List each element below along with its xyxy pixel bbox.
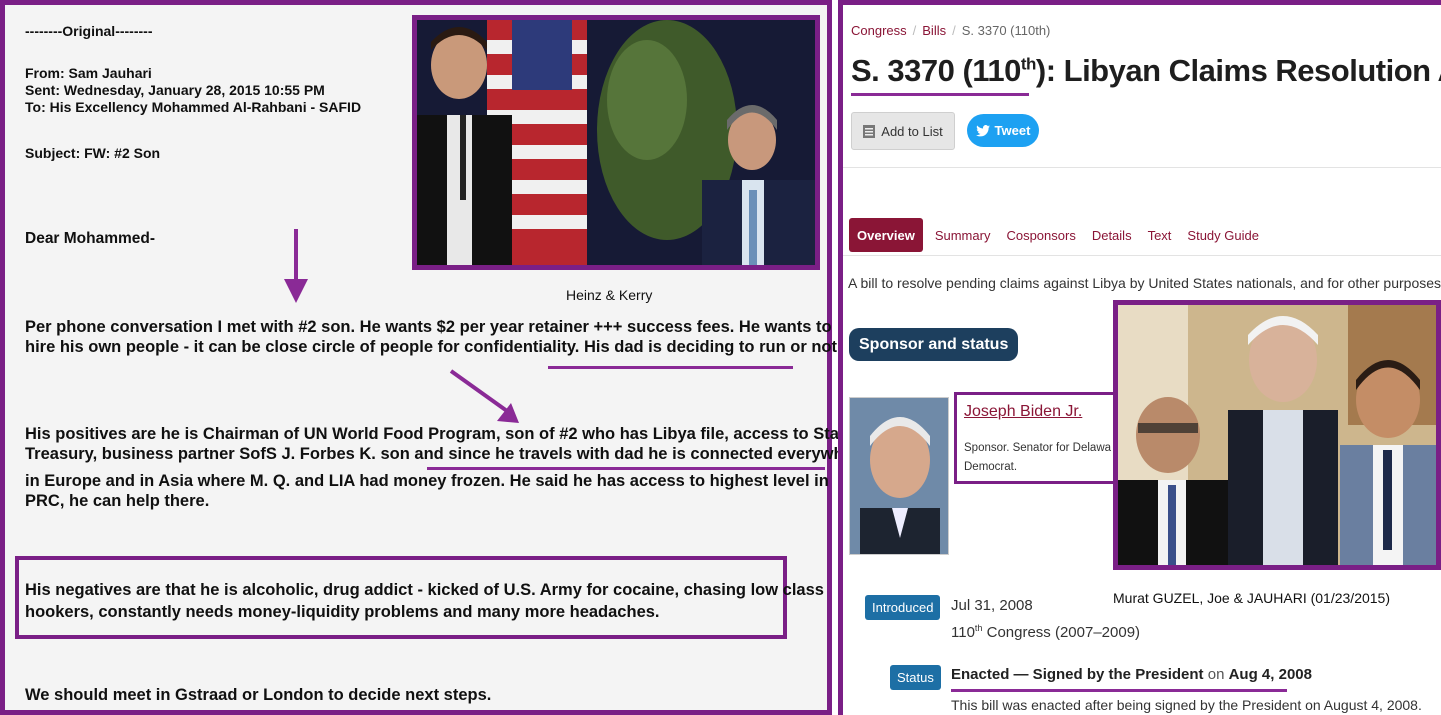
bill-summary: A bill to resolve pending claims against…	[848, 275, 1441, 291]
email-to: To: His Excellency Mohammed Al-Rahbani -…	[25, 99, 362, 115]
email-p2-line4: PRC, he can help there.	[25, 492, 210, 510]
bill-title: S. 3370 (110th): Libyan Claims Resolutio…	[851, 53, 1441, 89]
breadcrumb: Congress / Bills / S. 3370 (110th)	[851, 23, 1051, 38]
sponsor-info-box: Joseph Biden Jr. Sponsor. Senator for De…	[954, 392, 1119, 484]
section-sponsor-status: Sponsor and status	[849, 328, 1019, 361]
heinz-kerry-photo	[412, 15, 820, 270]
add-to-list-button[interactable]: Add to List	[851, 112, 955, 150]
tweet-label: Tweet	[994, 123, 1031, 138]
photo-illustration-2	[1118, 305, 1436, 565]
tabs-divider	[843, 255, 1441, 256]
tab-overview[interactable]: Overview	[849, 218, 923, 252]
breadcrumb-current: S. 3370 (110th)	[961, 23, 1051, 38]
congress-session: 110th Congress (2007–2009)	[951, 623, 1140, 641]
list-icon	[863, 124, 876, 138]
sponsor-line2: Democrat.	[964, 461, 1018, 473]
tab-cosponsors[interactable]: Cosponsors	[998, 218, 1083, 252]
tab-summary[interactable]: Summary	[927, 218, 999, 252]
status-on: on	[1203, 666, 1229, 683]
email-p2-line2: Treasury, business partner SofS J. Forbe…	[25, 444, 868, 464]
email-p3-line2: hookers, constantly needs money-liquidit…	[25, 603, 660, 621]
murat-caption: Murat GUZEL, Joe & JAUHARI (01/23/2015)	[1113, 590, 1390, 606]
email-greeting: Dear Mohammed-	[25, 230, 156, 247]
status-note: This bill was enacted after being signed…	[951, 697, 1422, 713]
twitter-bird-icon	[975, 124, 990, 136]
email-p1-line2: hire his own people - it can be close ci…	[25, 337, 842, 357]
murat-joe-jauhari-photo	[1113, 300, 1441, 570]
sponsor-line1: Sponsor. Senator for Delawa	[964, 442, 1112, 454]
sponsor-portrait	[850, 398, 948, 554]
status-date: Aug 4, 2008	[1228, 666, 1312, 683]
add-to-list-label: Add to List	[881, 123, 943, 139]
email-subject: Subject: FW: #2 Son	[25, 145, 161, 161]
diagonal-arrow-icon	[449, 369, 519, 423]
email-p1-line2-b: His dad is deciding to run or not.	[583, 338, 842, 356]
status-underline	[951, 689, 1287, 692]
tab-text[interactable]: Text	[1140, 218, 1180, 252]
email-sent: Sent: Wednesday, January 28, 2015 10:55 …	[25, 82, 325, 98]
tab-details[interactable]: Details	[1084, 218, 1140, 252]
breadcrumb-congress[interactable]: Congress	[851, 23, 907, 38]
underline-connected	[427, 467, 825, 470]
email-p2-line2-b: since he travels with dad he is connecte…	[448, 445, 869, 463]
email-p2-line1: His positives are he is Chairman of UN W…	[25, 425, 859, 443]
introduced-badge: Introduced	[865, 595, 941, 620]
email-p3-line1: His negatives are that he is alcoholic, …	[25, 581, 824, 599]
status-bold: Enacted — Signed by the President	[951, 666, 1204, 683]
sponsor-photo	[849, 397, 949, 555]
photo-illustration	[417, 20, 815, 265]
bill-title-post: ): Libyan Claims Resolution Act	[1035, 53, 1441, 88]
down-arrow-icon	[284, 229, 308, 303]
underline-run	[548, 366, 793, 369]
breadcrumb-bills[interactable]: Bills	[922, 23, 946, 38]
title-underline	[851, 93, 1029, 96]
status-badge: Status	[890, 665, 941, 690]
congress-session-post: Congress (2007–2009)	[982, 624, 1141, 641]
sponsor-description: Sponsor. Senator for Delawa Democrat.	[964, 439, 1111, 477]
heinz-kerry-caption: Heinz & Kerry	[566, 287, 653, 303]
divider	[843, 167, 1441, 168]
email-p2-line2-a: Treasury, business partner SofS J. Forbe…	[25, 445, 444, 463]
congress-session-pre: 110	[951, 624, 975, 641]
original-marker: --------Original--------	[25, 23, 153, 39]
bill-tabs: Overview Summary Cosponsors Details Text…	[849, 218, 1267, 252]
email-p1-line1: Per phone conversation I met with #2 son…	[25, 318, 832, 336]
introduced-date: Jul 31, 2008	[951, 597, 1033, 614]
bill-title-pre: S. 3370 (110	[851, 53, 1021, 88]
tweet-button[interactable]: Tweet	[967, 114, 1039, 147]
email-from: From: Sam Jauhari	[25, 65, 152, 81]
sponsor-name-link[interactable]: Joseph Biden Jr.	[964, 403, 1082, 421]
email-closing: We should meet in Gstraad or London to d…	[25, 686, 492, 704]
status-text: Enacted — Signed by the President on Aug…	[951, 666, 1312, 683]
email-p2-line3: in Europe and in Asia where M. Q. and LI…	[25, 472, 829, 490]
bill-title-sup: th	[1020, 54, 1037, 74]
tab-study-guide[interactable]: Study Guide	[1179, 218, 1267, 252]
email-p1-line2-a: hire his own people - it can be close ci…	[25, 338, 580, 356]
